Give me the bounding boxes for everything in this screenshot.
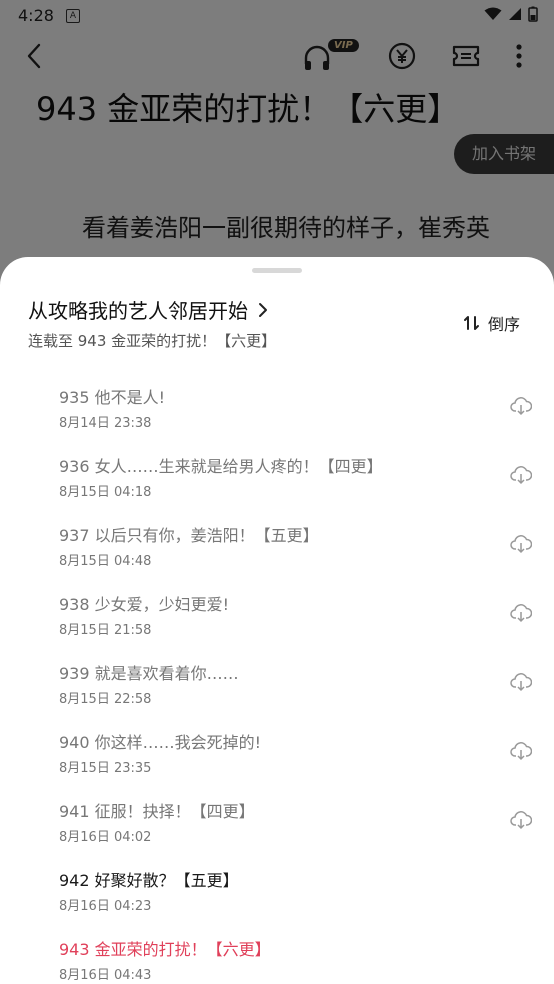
chapter-item-title: 941 征服！抉择！【四更】 [59,802,255,821]
download-icon[interactable] [510,396,532,416]
chapter-item[interactable]: 938 少女爱，少妇更爱! 8月15日 21:58 [0,582,554,651]
book-title-link[interactable]: 从攻略我的艺人邻居开始 [28,295,268,324]
chapter-item-current[interactable]: 943 金亚荣的打扰！【六更】 8月16日 04:43 [0,927,554,984]
chapter-item-date: 8月16日 04:23 [59,899,152,914]
chapter-item-date: 8月15日 23:35 [59,761,152,776]
chapter-item-date: 8月15日 21:58 [59,623,152,638]
chevron-right-icon [259,302,267,317]
sort-order-button[interactable]: 倒序 [463,311,520,335]
chapter-item-title: 939 就是喜欢看着你…… [59,664,239,683]
drag-handle[interactable] [252,268,302,273]
book-title: 从攻略我的艺人邻居开始 [28,299,248,323]
chapter-item-date: 8月15日 22:58 [59,692,152,707]
serialization-status: 连载至 943 金亚荣的打扰！【六更】 [28,332,277,350]
download-icon[interactable] [510,672,532,692]
chapter-item-title: 943 金亚荣的打扰！【六更】 [59,940,271,959]
chapter-item-date: 8月16日 04:02 [59,830,152,845]
chapter-item-title: 940 你这样……我会死掉的! [59,733,262,752]
chapter-item-date: 8月15日 04:18 [59,485,152,500]
chapter-item[interactable]: 942 好聚好散？【五更】 8月16日 04:23 [0,858,554,927]
chapter-item-title: 935 他不是人! [59,388,166,407]
chapter-item-title: 936 女人……生来就是给男人疼的！【四更】 [59,457,383,476]
download-icon[interactable] [510,465,532,485]
chapter-item[interactable]: 935 他不是人! 8月14日 23:38 [0,375,554,444]
chapter-item[interactable]: 940 你这样……我会死掉的! 8月15日 23:35 [0,720,554,789]
download-icon[interactable] [510,603,532,623]
chapter-item[interactable]: 937 以后只有你，姜浩阳！【五更】 8月15日 04:48 [0,513,554,582]
chapter-item-date: 8月14日 23:38 [59,416,152,431]
sort-icon [463,316,479,330]
chapter-item[interactable]: 936 女人……生来就是给男人疼的！【四更】 8月15日 04:18 [0,444,554,513]
sort-label: 倒序 [487,315,520,334]
chapter-item[interactable]: 939 就是喜欢看着你…… 8月15日 22:58 [0,651,554,720]
chapter-item-title: 937 以后只有你，姜浩阳！【五更】 [59,526,319,545]
download-icon[interactable] [510,741,532,761]
download-icon[interactable] [510,534,532,554]
chapter-item-date: 8月16日 04:43 [59,968,152,983]
chapter-item-title: 938 少女爱，少妇更爱! [59,595,230,614]
chapter-list: 935 他不是人! 8月14日 23:38 936 女人……生来就是给男人疼的！… [0,375,554,984]
chapter-item[interactable]: 941 征服！抉择！【四更】 8月16日 04:02 [0,789,554,858]
chapter-item-date: 8月15日 04:48 [59,554,152,569]
download-icon[interactable] [510,810,532,830]
chapter-list-sheet: 从攻略我的艺人邻居开始 连载至 943 金亚荣的打扰！【六更】 倒序 935 他… [0,257,554,984]
chapter-item-title: 942 好聚好散？【五更】 [59,871,239,890]
